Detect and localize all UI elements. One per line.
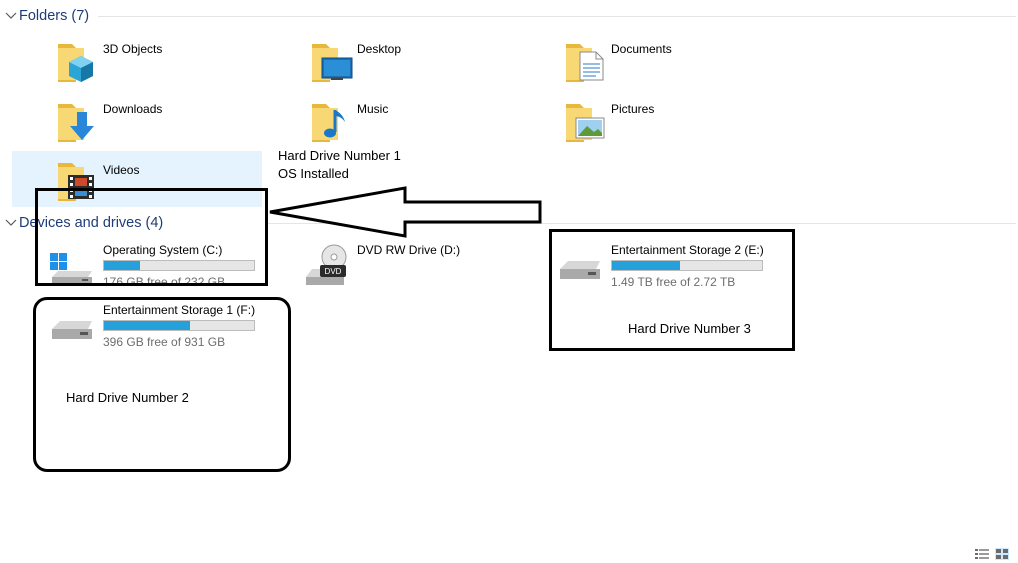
folder-label: Downloads: [103, 102, 163, 116]
svg-text:DVD: DVD: [325, 267, 342, 276]
dvd-drive-icon: DVD: [306, 244, 347, 285]
annotation-arrow: [269, 186, 542, 238]
folder-label: Desktop: [357, 42, 402, 56]
annotation-box-f-drive: [33, 297, 291, 472]
large-icons-view-icon[interactable]: [995, 548, 1009, 560]
annotation-hdd2: Hard Drive Number 2: [66, 390, 189, 405]
folder-label: Pictures: [611, 102, 655, 116]
folders-section-title: Folders (7): [19, 8, 90, 24]
pictures-folder-icon: [566, 104, 605, 142]
folder-music[interactable]: Music: [309, 98, 519, 154]
annotation-hdd1-line2: OS Installed: [278, 166, 349, 181]
folders-section-header[interactable]: Folders (7): [0, 4, 89, 28]
annotation-hdd3: Hard Drive Number 3: [628, 321, 751, 336]
documents-folder-icon: [566, 44, 604, 82]
folder-label: Documents: [611, 42, 672, 56]
folder-desktop[interactable]: Desktop: [309, 38, 519, 94]
music-folder-icon: [312, 104, 345, 142]
section-divider: [98, 16, 1016, 17]
folder-pictures[interactable]: Pictures: [563, 98, 773, 154]
folder-label: Videos: [103, 163, 140, 177]
desktop-folder-icon: [312, 44, 353, 82]
annotation-hdd1-line1: Hard Drive Number 1: [278, 148, 401, 163]
folder-documents[interactable]: Documents: [563, 38, 773, 94]
folder-label: 3D Objects: [103, 42, 163, 56]
drive-name: DVD RW Drive (D:): [357, 243, 461, 257]
chevron-down-icon[interactable]: [4, 216, 18, 230]
annotation-box-c-drive: [35, 188, 268, 286]
folder-label: Music: [357, 102, 389, 116]
chevron-down-icon[interactable]: [4, 9, 18, 23]
downloads-folder-icon: [58, 104, 94, 142]
3d-objects-folder-icon: [58, 44, 93, 82]
folder-3d-objects[interactable]: 3D Objects: [55, 38, 265, 94]
drive-d[interactable]: DVD DVD RW Drive (D:): [302, 241, 542, 301]
details-view-icon[interactable]: [975, 548, 989, 560]
folder-downloads[interactable]: Downloads: [55, 98, 265, 154]
